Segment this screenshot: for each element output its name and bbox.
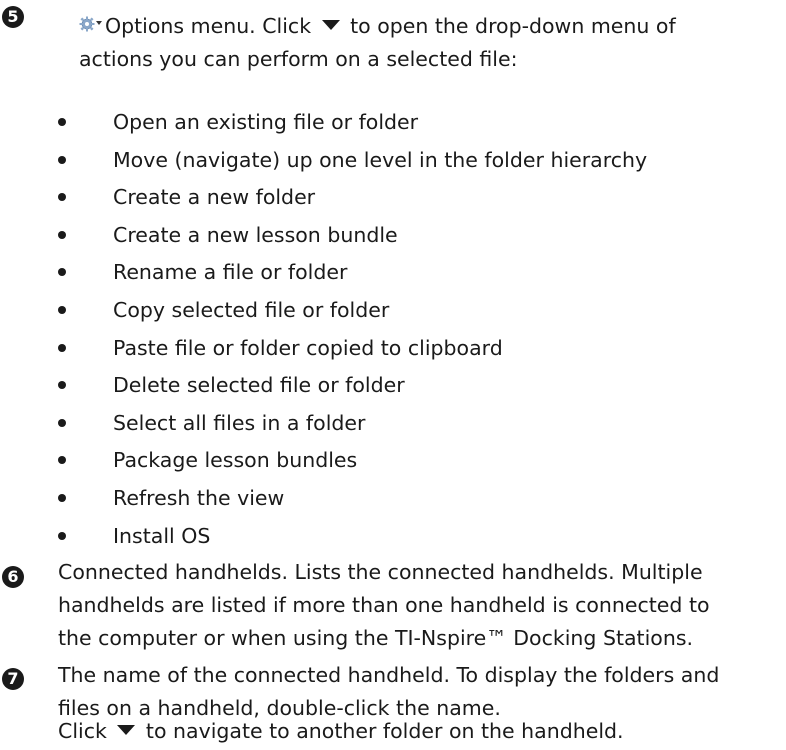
options-menu-line-1: Options menu. Click to open the drop-dow… bbox=[79, 10, 676, 43]
bullet-icon bbox=[58, 531, 66, 540]
list-item: Install OS bbox=[58, 520, 647, 558]
list-item: Paste file or folder copied to clipboard bbox=[58, 332, 647, 370]
list-item: Create a new lesson bundle bbox=[58, 219, 647, 257]
bullet-icon bbox=[58, 230, 66, 239]
connected-handhelds-line-3: the computer or when using the TI-Nspire… bbox=[58, 626, 694, 650]
bullet-icon bbox=[58, 418, 66, 427]
list-item-text: Install OS bbox=[113, 523, 211, 548]
step-number-5: 5 bbox=[2, 6, 24, 28]
options-intro-prefix: Options menu. Click bbox=[105, 14, 312, 38]
caret-down-icon bbox=[321, 20, 340, 30]
list-item: Package lesson bundles bbox=[58, 444, 647, 482]
connected-handhelds-line-1: Connected handhelds. Lists the connected… bbox=[58, 560, 703, 584]
list-item-text: Paste file or folder copied to clipboard bbox=[113, 335, 503, 360]
list-item: Delete selected file or folder bbox=[58, 369, 647, 407]
list-item-text: Create a new lesson bundle bbox=[113, 222, 398, 247]
bullet-icon bbox=[58, 305, 66, 314]
connected-handhelds-line-2: handhelds are listed if more than one ha… bbox=[58, 593, 710, 617]
options-menu-description: Options menu. Click to open the drop-dow… bbox=[79, 10, 676, 76]
handheld-name-line-1: The name of the connected handheld. To d… bbox=[58, 663, 720, 687]
list-item-text: Package lesson bundles bbox=[113, 448, 358, 473]
bullet-icon bbox=[58, 381, 66, 390]
gear-icon bbox=[79, 16, 102, 34]
list-item: Open an existing file or folder bbox=[58, 106, 647, 144]
click-prefix: Click bbox=[58, 719, 107, 743]
options-menu-line-2: actions you can perform on a selected fi… bbox=[79, 47, 518, 71]
gear-dropdown-caret-icon bbox=[96, 21, 102, 25]
list-item: Refresh the view bbox=[58, 482, 647, 520]
navigate-folder-description: Click to navigate to another folder on t… bbox=[58, 715, 624, 748]
list-item-text: Delete selected file or folder bbox=[113, 373, 405, 398]
list-item: Move (navigate) up one level in the fold… bbox=[58, 144, 647, 182]
connected-handhelds-description: Connected handhelds. Lists the connected… bbox=[58, 556, 710, 655]
bullet-icon bbox=[58, 456, 66, 465]
caret-down-icon bbox=[117, 725, 136, 735]
list-item: Create a new folder bbox=[58, 181, 647, 219]
navigate-folder-line: Click to navigate to another folder on t… bbox=[58, 715, 624, 748]
bullet-icon bbox=[58, 343, 66, 352]
list-item: Copy selected file or folder bbox=[58, 294, 647, 332]
bullet-icon bbox=[58, 155, 66, 164]
document-page: 5 Options menu. Click to open the drop-d… bbox=[0, 0, 786, 750]
options-intro-suffix: to open the drop-down menu of bbox=[350, 14, 676, 38]
step-number-6: 6 bbox=[2, 566, 24, 588]
bullet-icon bbox=[58, 493, 66, 502]
list-item-text: Move (navigate) up one level in the fold… bbox=[113, 147, 648, 172]
bullet-icon bbox=[58, 268, 66, 277]
list-item-text: Select all files in a folder bbox=[113, 410, 366, 435]
list-item-text: Rename a file or folder bbox=[113, 260, 348, 285]
click-suffix: to navigate to another folder on the han… bbox=[145, 719, 624, 743]
list-item-text: Open an existing file or folder bbox=[113, 110, 419, 134]
list-item-text: Refresh the view bbox=[113, 485, 285, 510]
step-number-7: 7 bbox=[2, 668, 24, 690]
list-item-text: Copy selected file or folder bbox=[113, 297, 390, 322]
options-actions-list: Open an existing file or folder Move (na… bbox=[58, 106, 647, 557]
bullet-icon bbox=[58, 193, 66, 202]
bullet-icon bbox=[58, 118, 66, 126]
list-item: Select all files in a folder bbox=[58, 407, 647, 445]
list-item-text: Create a new folder bbox=[113, 185, 316, 210]
list-item: Rename a file or folder bbox=[58, 256, 647, 294]
